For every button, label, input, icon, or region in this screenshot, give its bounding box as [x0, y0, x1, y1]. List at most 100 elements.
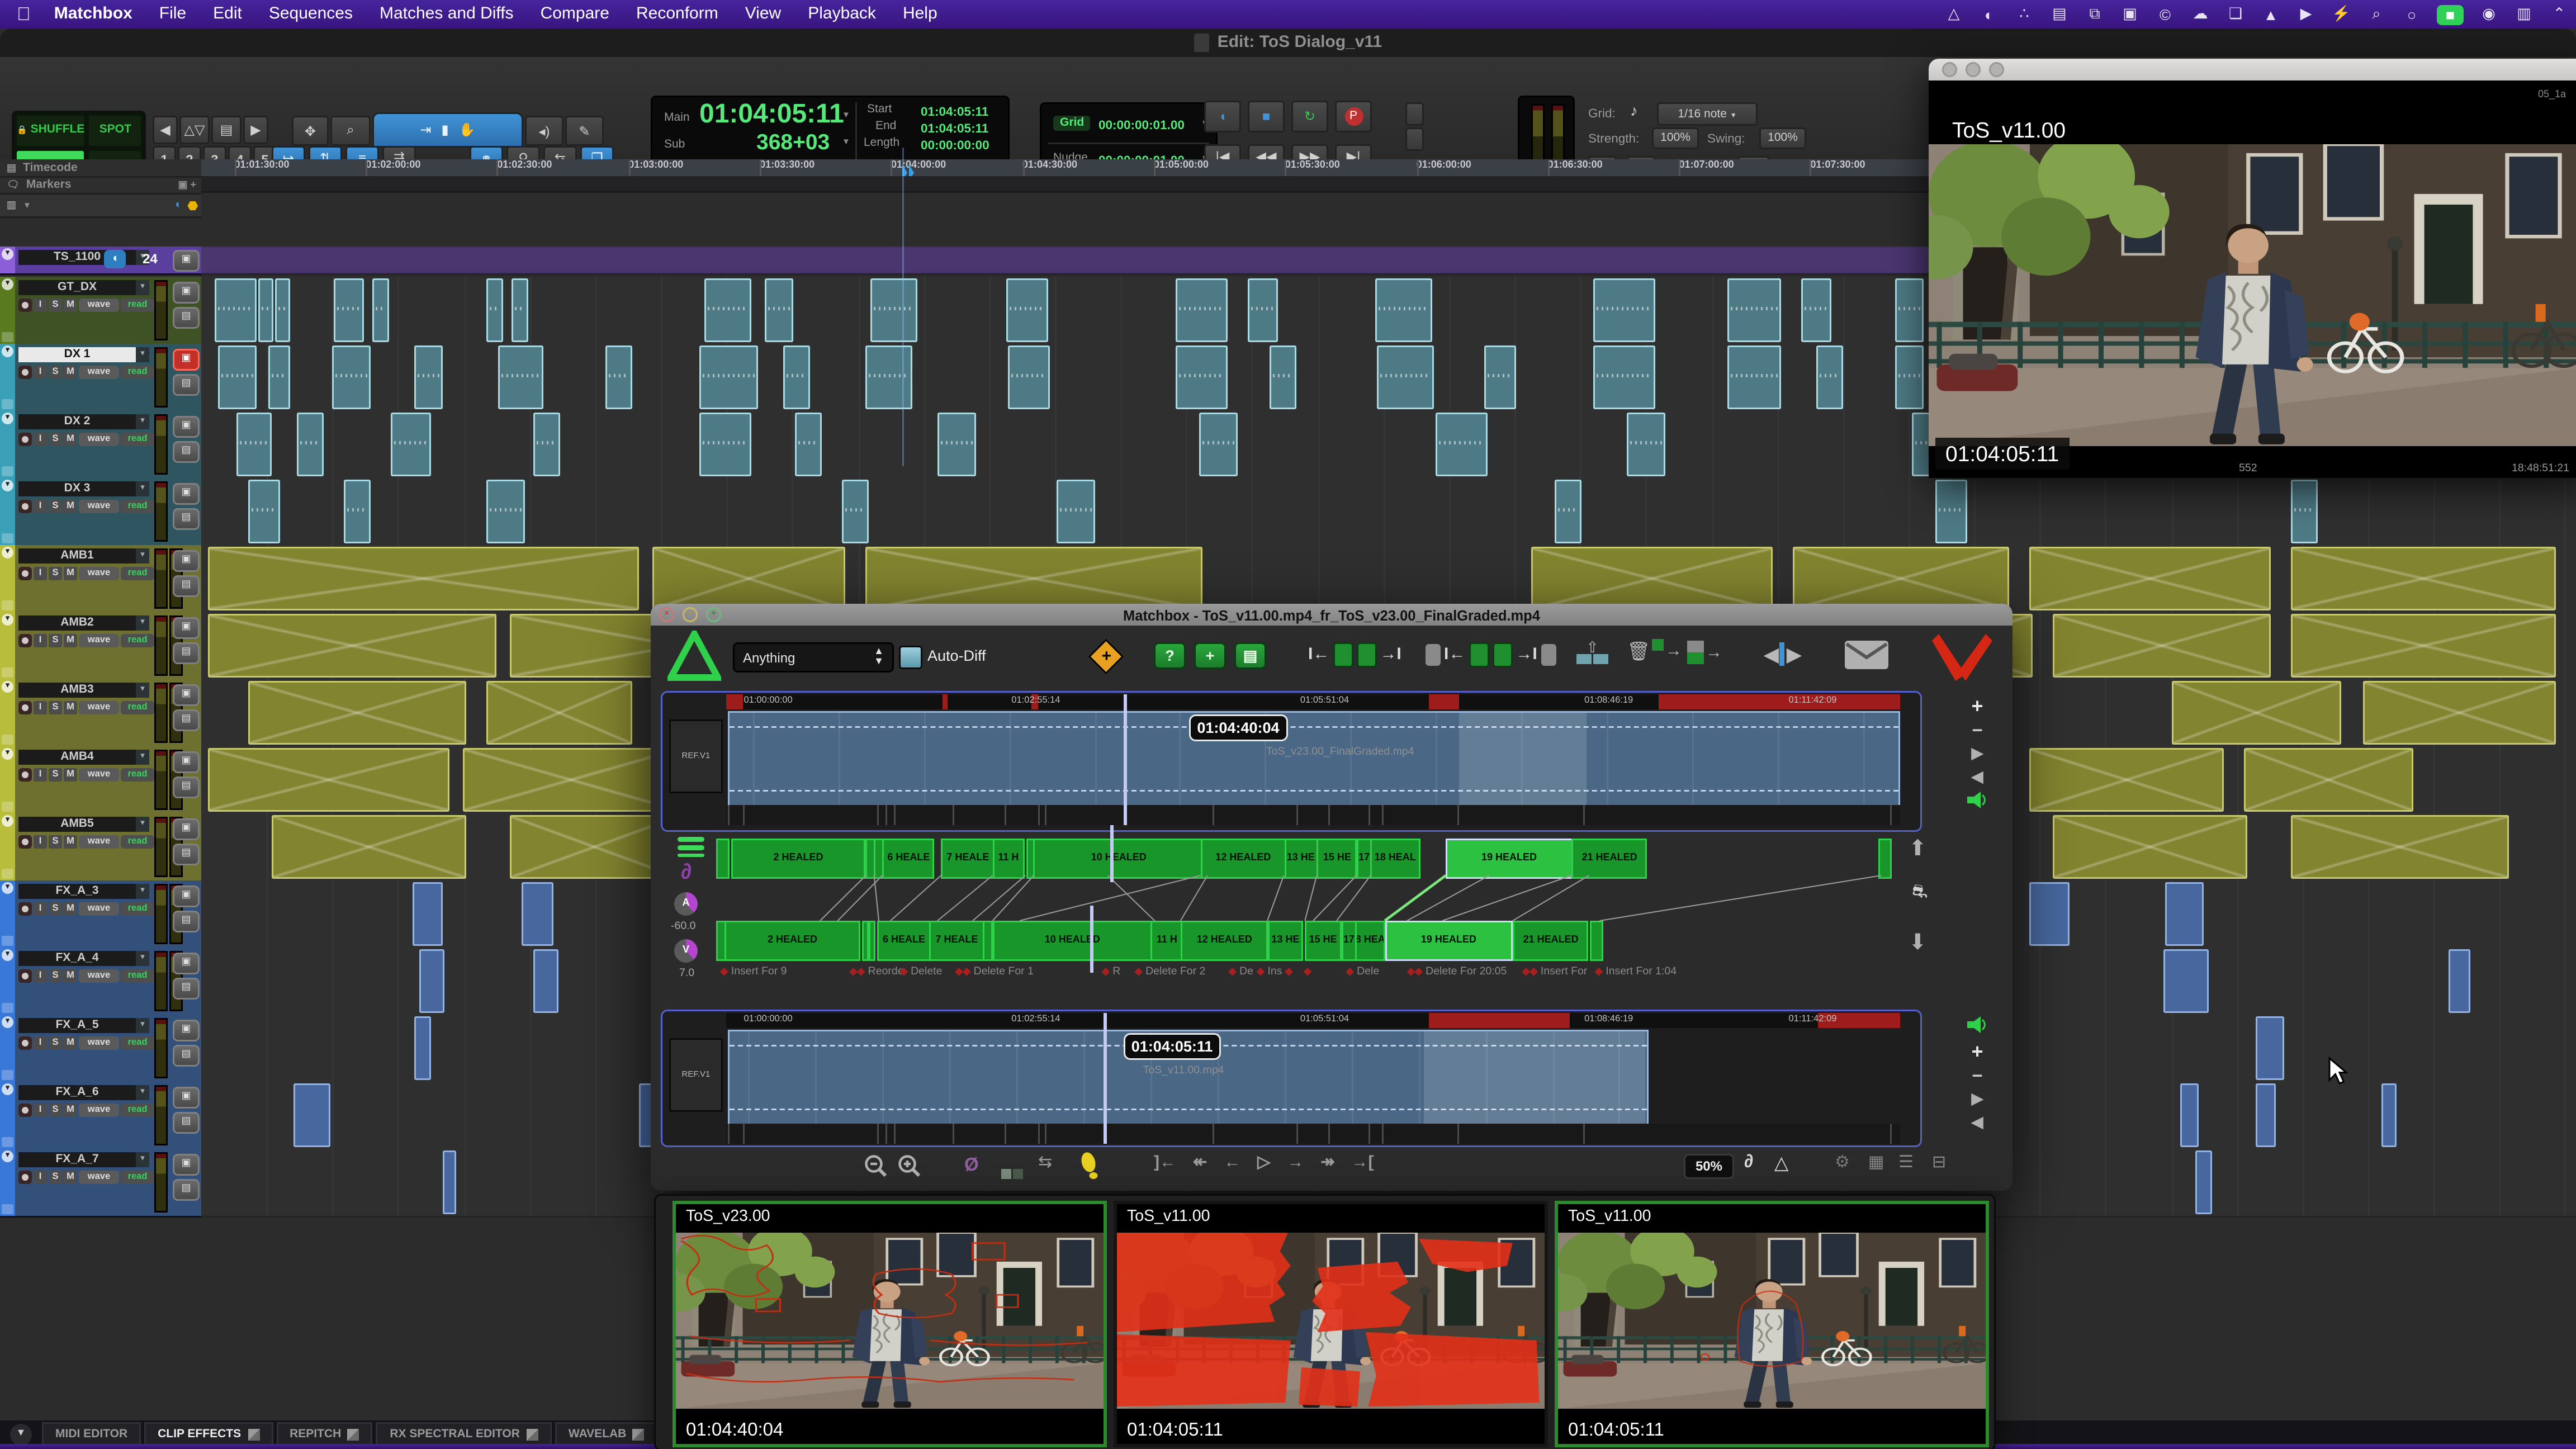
pan-tool-icon[interactable]: ✥ — [292, 116, 329, 146]
group-icon[interactable] — [2, 332, 13, 342]
track-view-selector[interactable]: wave — [79, 567, 119, 580]
mute-button[interactable]: M — [64, 701, 77, 714]
track-name[interactable]: AMB4 — [18, 750, 136, 765]
healed-clip-bottom[interactable]: 10 HEALED — [993, 921, 1152, 961]
track-comments-icon[interactable]: ▤ — [173, 374, 200, 396]
track-header-dx-2[interactable]: ▾DX 2▾ISMwaveread▣▤ — [0, 411, 201, 480]
add-match-button[interactable]: + — [1194, 642, 1226, 669]
mute-button[interactable]: M — [64, 835, 77, 849]
main-counter-menu[interactable]: ▼ — [842, 111, 850, 121]
track-name-menu-icon[interactable]: ▾ — [136, 683, 149, 698]
audio-clip[interactable] — [334, 278, 364, 342]
track-view-selector[interactable]: wave — [79, 902, 119, 916]
track-output-window-icon[interactable]: ▣ — [173, 550, 200, 572]
record-enable-button[interactable] — [18, 835, 32, 849]
audio-clip[interactable] — [486, 278, 504, 342]
automation-mode-selector[interactable]: read — [121, 1036, 154, 1050]
audio-clip[interactable] — [486, 480, 525, 543]
solo-button[interactable]: S — [49, 433, 62, 446]
add-track-icon[interactable]: + — [1959, 694, 1996, 718]
track-view-selector[interactable]: wave — [79, 768, 119, 782]
record-enable-button[interactable] — [18, 500, 32, 513]
track-header-fx-a-4[interactable]: ▾FX_A_4▾ISMwaveread▣▤ — [0, 948, 201, 1016]
audio-clip[interactable] — [705, 278, 751, 342]
zoom-wave-icon[interactable]: △▽ — [179, 116, 210, 144]
track-name[interactable]: FX_A_6 — [18, 1085, 136, 1100]
solo-button[interactable]: S — [49, 969, 62, 983]
menu-item-sequences[interactable]: Sequences — [255, 5, 366, 23]
audio-clip[interactable] — [294, 1083, 330, 1147]
speaker-top-icon[interactable] — [1959, 792, 1996, 812]
battery-icon[interactable]: ⚡ — [2331, 4, 2351, 25]
audio-clip[interactable] — [2030, 882, 2069, 946]
healed-clip-bottom[interactable] — [1590, 921, 1603, 961]
collapse-icon[interactable]: ▾ — [2, 949, 13, 961]
track-output-window-icon[interactable]: ▣ — [173, 684, 200, 706]
input-monitor-button[interactable]: I — [34, 1104, 47, 1117]
audio-clip[interactable] — [268, 345, 290, 409]
audio-clip[interactable] — [512, 278, 527, 342]
filmstrip-thumbnail-1[interactable]: ToS_v23.0001:04:40:04 — [673, 1201, 1107, 1447]
audio-clip[interactable] — [413, 882, 442, 946]
track-name-menu-icon[interactable]: ▾ — [136, 951, 149, 966]
filmstrip-thumbnail-3[interactable]: ToS_v11.0001:04:05:11 — [1555, 1201, 1989, 1447]
collapse-icon[interactable]: ▾ — [2, 1083, 13, 1095]
group-icon[interactable] — [2, 869, 13, 879]
track-header-fx-a-7[interactable]: ▾FX_A_7▾ISMwaveread▣▤ — [0, 1149, 201, 1218]
nav-first-icon[interactable]: ]← — [1154, 1154, 1176, 1172]
track-view-selector[interactable]: wave — [79, 1171, 119, 1184]
audio-clip[interactable] — [866, 345, 912, 409]
audio-clip[interactable] — [1935, 480, 1967, 543]
mode-spot-button[interactable]: SPOT — [88, 114, 143, 147]
audio-clip[interactable] — [2053, 614, 2270, 678]
zoom-level-value[interactable]: 50% — [1684, 1154, 1734, 1179]
edit-marker[interactable]: ◆ Ins — [1257, 966, 1282, 978]
selector-tool-icon[interactable]: ▮ — [441, 122, 448, 138]
blue-handle-icon[interactable]: ◀▶ — [1764, 642, 1801, 666]
reference-timeline-bottom[interactable]: 01:00:00:0001:02:55:1401:05:51:0401:08:4… — [661, 1010, 1922, 1147]
edit-marker[interactable]: ◆ Insert For 9 — [721, 966, 787, 978]
track-name[interactable]: FX_A_5 — [18, 1018, 136, 1033]
scroll-up-icon[interactable]: ⬆ — [1909, 835, 1927, 862]
menu-item-file[interactable]: File — [146, 5, 200, 23]
grabber-tool-icon[interactable]: ✋ — [459, 122, 476, 138]
automation-mode-selector[interactable]: read — [121, 634, 154, 647]
input-monitor-button[interactable]: I — [34, 701, 47, 714]
dots-grid-icon[interactable]: ∴ — [2014, 4, 2034, 25]
input-monitor-button[interactable]: I — [34, 1171, 47, 1184]
mute-button[interactable]: M — [64, 299, 77, 312]
record-enable-button[interactable] — [18, 701, 32, 714]
track-name-menu-icon[interactable]: ▾ — [136, 750, 149, 765]
healed-clip-top[interactable] — [717, 839, 730, 879]
scroll-down-icon[interactable]: ⬇ — [1909, 929, 1927, 956]
toggles-icon[interactable]: ▥ — [2514, 4, 2534, 25]
audio-clip[interactable] — [391, 413, 430, 476]
footprint-icon[interactable] — [1078, 1152, 1102, 1181]
track-name-menu-icon[interactable]: ▾ — [136, 884, 149, 899]
audio-clip[interactable] — [462, 748, 679, 812]
track-view-selector[interactable]: wave — [79, 969, 119, 983]
input-monitor-button[interactable]: I — [34, 299, 47, 312]
audio-clip[interactable] — [605, 345, 632, 409]
track-output-window-icon[interactable]: ▣ — [173, 751, 200, 773]
track-header-fx-a-6[interactable]: ▾FX_A_6▾ISMwaveread▣▤ — [0, 1082, 201, 1150]
audio-clip[interactable] — [1008, 345, 1050, 409]
end-value[interactable]: 01:04:05:11 — [921, 121, 988, 136]
note-icon[interactable]: ♪ — [1630, 102, 1638, 119]
track-name-menu-icon[interactable]: ▾ — [136, 414, 149, 429]
track-name[interactable]: FX_A_3 — [18, 884, 136, 899]
healed-clip-bottom[interactable]: 21 HEALED — [1513, 921, 1589, 961]
mute-button[interactable]: M — [64, 567, 77, 580]
audio-clip[interactable] — [795, 413, 822, 476]
track-header-ts-1100[interactable]: ▾TS_1100▾24◖▣ — [0, 247, 201, 275]
mute-button[interactable]: M — [64, 366, 77, 379]
video-window-titlebar[interactable]: ▼ — [1929, 59, 2576, 80]
audio-clip[interactable] — [2291, 480, 2318, 543]
input-monitor-button[interactable]: I — [34, 835, 47, 849]
menu-item-help[interactable]: Help — [889, 5, 951, 23]
red-x-icon[interactable] — [1929, 631, 1996, 684]
track-output-window-icon[interactable]: ▣ — [173, 617, 200, 639]
help-button[interactable]: ? — [1154, 642, 1186, 669]
group-icon[interactable] — [2, 533, 13, 543]
layout-icon[interactable]: ⊟ — [1932, 1154, 1946, 1172]
